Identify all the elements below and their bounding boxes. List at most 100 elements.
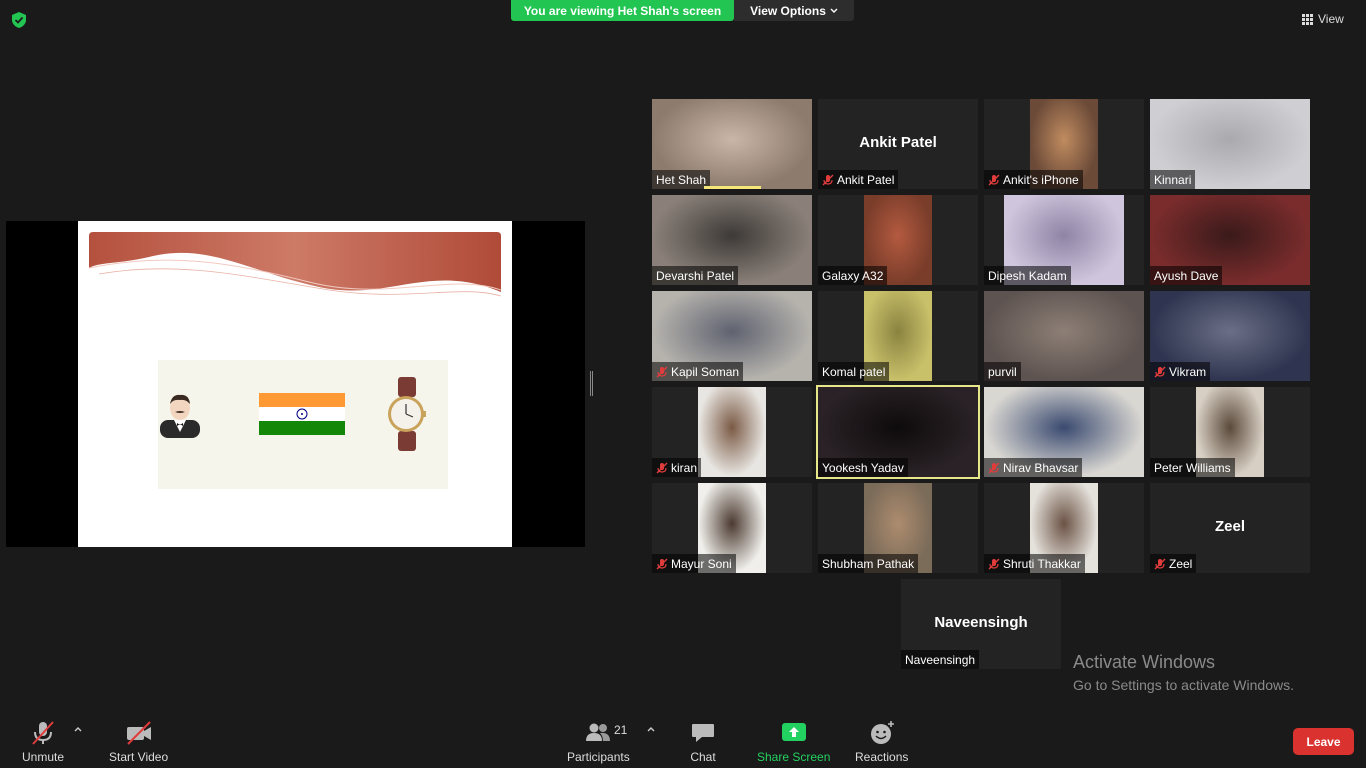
participants-label: Participants [567, 750, 630, 764]
participant-video [698, 387, 766, 477]
man-in-tuxedo-icon [160, 394, 200, 438]
participant-name-text: Zeel [1169, 556, 1193, 571]
participant-name-text: Nirav Bhavsar [1003, 460, 1079, 475]
participant-tile[interactable]: Zeel Zeel [1150, 483, 1310, 573]
slide-image-panel [158, 360, 448, 489]
participant-tile[interactable]: Kinnari [1150, 99, 1310, 189]
participant-name-text: Dipesh Kadam [988, 268, 1067, 283]
participant-name-text: Kapil Soman [671, 364, 740, 379]
chat-bubble-icon [692, 724, 714, 742]
participant-name-text: Kinnari [1154, 172, 1192, 187]
participant-tile[interactable]: Komal patel [818, 291, 978, 381]
participant-name-text: Vikram [1169, 364, 1207, 379]
participant-tile[interactable]: Ankit's iPhone [984, 99, 1144, 189]
participant-name-label: Zeel [1150, 554, 1197, 573]
participant-name-label: Kinnari [1150, 170, 1196, 189]
participants-options-caret-icon[interactable] [646, 724, 656, 734]
microphone-muted-icon [656, 366, 668, 378]
participant-name-label: Ankit Patel [818, 170, 899, 189]
participant-name-text: Ankit Patel [837, 172, 895, 187]
participant-name-label: Shubham Pathak [818, 554, 919, 573]
slide-header-banner [89, 232, 501, 297]
participant-name-text: Peter Williams [1154, 460, 1231, 475]
participant-display-name: Zeel [1214, 518, 1245, 535]
participant-tile[interactable]: Dipesh Kadam [984, 195, 1144, 285]
participant-tile[interactable]: Ankit Patel Ankit Patel [818, 99, 978, 189]
participant-name-text: kiran [671, 460, 698, 475]
participant-tile[interactable]: Vikram [1150, 291, 1310, 381]
view-label: View [1318, 12, 1344, 26]
microphone-muted-icon [988, 558, 1000, 570]
participant-name-label: Ayush Dave [1150, 266, 1223, 285]
audio-options-caret-icon[interactable] [73, 724, 83, 734]
participant-name-text: purvil [988, 364, 1017, 379]
share-screen-button[interactable]: Share Screen [757, 720, 830, 764]
video-camera-off-icon [126, 721, 151, 745]
participant-name-label: Nirav Bhavsar [984, 458, 1083, 477]
microphone-muted-icon [1154, 558, 1166, 570]
reactions-label: Reactions [855, 750, 909, 764]
participant-name-label: kiran [652, 458, 702, 477]
activate-windows-title: Activate Windows [1073, 652, 1216, 672]
participant-name-text: Devarshi Patel [656, 268, 735, 283]
participant-name-text: Komal patel [822, 364, 886, 379]
participants-icon [586, 723, 611, 741]
participant-name-label: Kapil Soman [652, 362, 744, 381]
participant-tile[interactable]: Devarshi Patel [652, 195, 812, 285]
viewing-screen-banner: You are viewing Het Shah's screen [511, 0, 734, 21]
view-layout-button[interactable]: View [1302, 9, 1344, 29]
participant-name-label: Devarshi Patel [652, 266, 739, 285]
participant-tile[interactable]: Yookesh Yadav [816, 385, 980, 479]
reactions-button[interactable]: Reactions [855, 720, 908, 764]
chevron-down-icon [830, 8, 838, 13]
participant-tile[interactable]: Het Shah [652, 99, 812, 189]
microphone-muted-icon [656, 462, 668, 474]
panel-resize-handle[interactable] [590, 371, 593, 396]
start-video-button[interactable]: Start Video [109, 720, 168, 764]
participant-tile[interactable]: Kapil Soman [652, 291, 812, 381]
participant-tile[interactable]: Naveensingh Naveensingh [901, 579, 1061, 669]
participants-count: 21 [614, 723, 628, 737]
reactions-smiley-icon [870, 721, 894, 744]
chat-button[interactable]: Chat [690, 720, 716, 764]
participant-name-label: Naveensingh [901, 650, 980, 669]
participant-display-name: Naveensingh [934, 614, 1028, 631]
security-shield-icon[interactable] [10, 11, 28, 29]
microphone-muted-icon [988, 174, 1000, 186]
participant-tile[interactable]: Shruti Thakkar [984, 483, 1144, 573]
participant-tile[interactable]: Mayur Soni [652, 483, 812, 573]
participant-name-text: Galaxy A32 [822, 268, 884, 283]
participant-tile[interactable]: Peter Williams [1150, 387, 1310, 477]
participant-name-label: Het Shah [652, 170, 711, 189]
presentation-slide [78, 221, 512, 547]
microphone-muted-icon [656, 558, 668, 570]
active-speaker-indicator [704, 186, 761, 189]
view-options-label: View Options [750, 3, 826, 18]
microphone-muted-icon [822, 174, 834, 186]
participant-name-label: Yookesh Yadav [818, 458, 908, 477]
participant-name-label: Peter Williams [1150, 458, 1235, 477]
microphone-muted-icon [32, 721, 54, 745]
participant-tile[interactable]: kiran [652, 387, 812, 477]
participant-name-label: Galaxy A32 [818, 266, 888, 285]
share-screen-icon [781, 723, 806, 741]
activate-windows-subtitle: Go to Settings to activate Windows. [1073, 677, 1294, 693]
participant-tile[interactable]: Shubham Pathak [818, 483, 978, 573]
participant-tile[interactable]: Galaxy A32 [818, 195, 978, 285]
microphone-muted-icon [988, 462, 1000, 474]
participant-name-text: Shubham Pathak [822, 556, 915, 571]
chat-label: Chat [690, 750, 716, 764]
microphone-muted-icon [1154, 366, 1166, 378]
unmute-button[interactable]: Unmute [22, 720, 64, 764]
view-options-button[interactable]: View Options [734, 0, 854, 21]
leave-meeting-button[interactable]: Leave [1293, 728, 1354, 755]
participant-name-label: Ankit's iPhone [984, 170, 1083, 189]
participant-tile[interactable]: Nirav Bhavsar [984, 387, 1144, 477]
participant-tile[interactable]: purvil [984, 291, 1144, 381]
shared-screen[interactable] [6, 221, 585, 547]
participant-name-label: Komal patel [818, 362, 890, 381]
participant-tile[interactable]: Ayush Dave [1150, 195, 1310, 285]
participant-name-label: Dipesh Kadam [984, 266, 1071, 285]
participant-display-name: Ankit Patel [859, 134, 937, 151]
grid-icon [1302, 13, 1313, 25]
